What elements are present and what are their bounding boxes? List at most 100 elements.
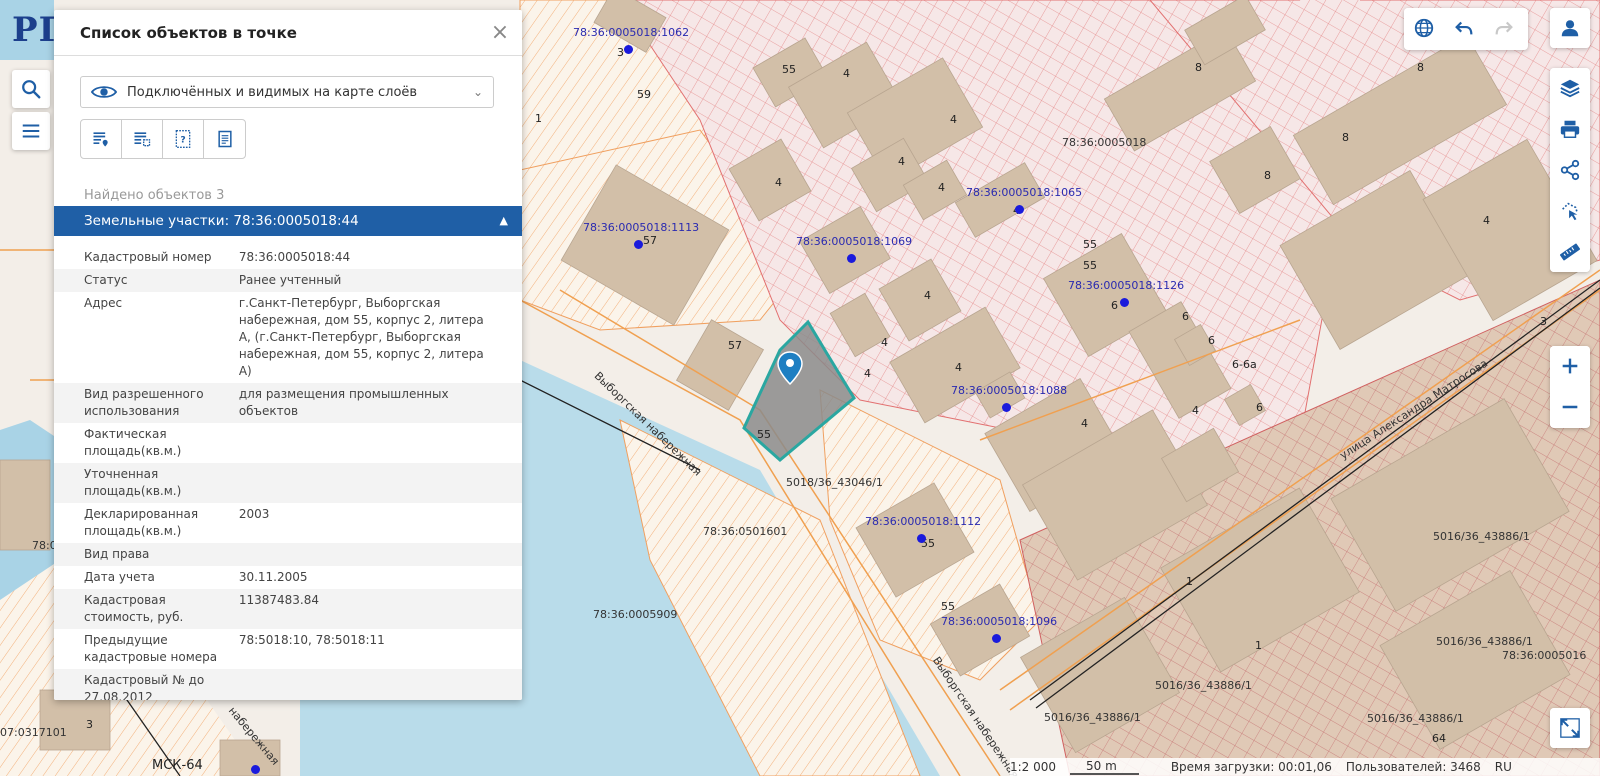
building-number: 4 bbox=[864, 367, 871, 380]
map-label: 78:36:0005018 bbox=[1062, 136, 1147, 149]
hamburger-icon bbox=[22, 124, 40, 138]
point-marker bbox=[1002, 403, 1011, 412]
menu-button[interactable] bbox=[12, 112, 50, 150]
building-number: 4 bbox=[924, 289, 931, 302]
property-row: Уточненная площадь(кв.м.) bbox=[54, 463, 522, 503]
document-button[interactable] bbox=[204, 120, 245, 158]
property-value: 78:5018:10, 78:5018:11 bbox=[238, 633, 385, 647]
building-number: 4 bbox=[775, 176, 782, 189]
basemap-button[interactable] bbox=[1404, 8, 1444, 48]
property-key: Кадастровый номер bbox=[84, 250, 212, 264]
point-marker bbox=[1120, 298, 1129, 307]
building-number: 64 bbox=[1432, 732, 1446, 745]
zoom-out-button[interactable] bbox=[1550, 387, 1590, 427]
building-number: 8 bbox=[1264, 169, 1271, 182]
property-key: Статус bbox=[84, 273, 128, 287]
status-bar: 1:2 000 50 m Время загрузки: 00:01,06 По… bbox=[1010, 758, 1600, 776]
fullscreen-button[interactable] bbox=[1550, 708, 1590, 748]
point-marker bbox=[1015, 205, 1024, 214]
property-key: Декларированная площадь(кв.м.) bbox=[84, 507, 199, 538]
building-number: 57 bbox=[643, 234, 657, 247]
list-location-button[interactable] bbox=[81, 120, 122, 158]
zoom-in-button[interactable] bbox=[1550, 346, 1590, 386]
map-label: 78:0 bbox=[32, 539, 57, 552]
cursor-select-icon bbox=[1562, 202, 1579, 221]
map-label: 5016/36_43886/1 bbox=[1044, 711, 1141, 724]
load-time: Время загрузки: 00:01,06 bbox=[1170, 760, 1332, 774]
building-number: 55 bbox=[782, 63, 796, 76]
property-key: Фактическая площадь(кв.м.) bbox=[84, 427, 182, 458]
property-value bbox=[239, 426, 492, 460]
building-number: 55 bbox=[757, 428, 771, 441]
share-button[interactable] bbox=[1550, 150, 1590, 190]
redo-button[interactable] bbox=[1484, 8, 1524, 48]
search-button[interactable] bbox=[12, 70, 50, 108]
property-row: Кадастровый номер 78:36:0005018:44 bbox=[54, 246, 522, 269]
undo-icon bbox=[1455, 21, 1473, 35]
property-row: Адрес г.Санкт-Петербург, Выборгская набер… bbox=[54, 292, 522, 383]
building-number: 4 bbox=[1483, 214, 1490, 227]
building-number: 8 bbox=[1195, 61, 1202, 74]
building-number: 6 bbox=[1256, 401, 1263, 414]
globe-icon bbox=[1414, 18, 1434, 38]
building-number: 6-6а bbox=[1232, 358, 1257, 371]
building-number: 1 bbox=[1255, 639, 1262, 652]
map-label: 5016/36_43886/1 bbox=[1433, 530, 1530, 543]
minus-icon bbox=[1562, 405, 1578, 409]
scale-bar: 50 m bbox=[1070, 759, 1139, 775]
property-key: Вид права bbox=[84, 547, 150, 561]
building-number: 3 bbox=[86, 718, 93, 731]
cad-label: 78:36:0005018:1112 bbox=[865, 515, 982, 528]
building-number: 55 bbox=[1083, 238, 1097, 251]
result-view-toolbar: ? bbox=[80, 119, 246, 159]
language-switch[interactable]: RU bbox=[1495, 760, 1512, 774]
building-number: 4 bbox=[881, 336, 888, 349]
select-area-button[interactable] bbox=[1550, 191, 1590, 231]
property-value: 30.11.2005 bbox=[238, 570, 308, 584]
print-button[interactable] bbox=[1550, 109, 1590, 149]
print-icon bbox=[1560, 120, 1580, 138]
expand-icon bbox=[1560, 718, 1580, 738]
property-key: Вид разрешенного использования bbox=[84, 387, 204, 418]
building-number: 6 bbox=[1208, 334, 1215, 347]
section-title: Земельные участки: 78:36:0005018:44 bbox=[84, 213, 359, 229]
measure-button[interactable] bbox=[1550, 232, 1590, 272]
close-button[interactable]: × bbox=[490, 22, 510, 44]
undo-button[interactable] bbox=[1444, 8, 1484, 48]
cad-label: 78:36:0005018:1096 bbox=[941, 615, 1058, 628]
property-row: Кадастровый № до 27.08.2012 bbox=[54, 669, 522, 700]
user-icon bbox=[1561, 20, 1579, 37]
property-value bbox=[239, 672, 492, 700]
section-header-land-plots[interactable]: Земельные участки: 78:36:0005018:44 ▲ bbox=[54, 206, 522, 236]
cad-label: 78:36:0005018:1126 bbox=[1068, 279, 1185, 292]
property-row: Статус Ранее учтенный bbox=[54, 269, 522, 292]
found-count: Найдено объектов 3 bbox=[84, 188, 225, 203]
panel-header: Список объектов в точке × bbox=[54, 10, 522, 56]
list-area-button[interactable] bbox=[122, 120, 163, 158]
user-icon-wrap bbox=[1550, 8, 1590, 48]
user-button[interactable] bbox=[1550, 8, 1590, 48]
layers-button[interactable] bbox=[1550, 68, 1590, 108]
map-tools bbox=[1550, 68, 1590, 272]
cad-label: 78:36:0005018:1065 bbox=[966, 186, 1083, 199]
building-number: 4 bbox=[938, 181, 945, 194]
query-area-button[interactable]: ? bbox=[163, 120, 204, 158]
building-number: 4 bbox=[843, 67, 850, 80]
layer-filter-select[interactable]: Подключённых и видимых на карте слоёв ⌄ bbox=[80, 76, 494, 108]
property-row: Дата учета 30.11.2005 bbox=[54, 566, 522, 589]
property-value bbox=[239, 546, 492, 563]
building-number: 6 bbox=[1111, 299, 1118, 312]
history-toolbar bbox=[1404, 8, 1528, 50]
building-number: 55 bbox=[941, 600, 955, 613]
redo-icon bbox=[1495, 21, 1513, 35]
property-key: Адрес bbox=[84, 296, 123, 310]
building-number: 1 bbox=[535, 112, 542, 125]
search-icon bbox=[22, 80, 41, 99]
building-number: 1 bbox=[1186, 575, 1193, 588]
question-frame-icon: ? bbox=[175, 130, 191, 148]
users-count: Пользователей: 3468 bbox=[1345, 760, 1481, 774]
map-label: 07:0317101 bbox=[0, 726, 67, 739]
property-row: Предыдущие кадастровые номера 78:5018:10,… bbox=[54, 629, 522, 669]
property-value: г.Санкт-Петербург, Выборгская набережная… bbox=[238, 296, 484, 378]
property-row: Вид разрешенного использования для размещ… bbox=[54, 383, 522, 423]
